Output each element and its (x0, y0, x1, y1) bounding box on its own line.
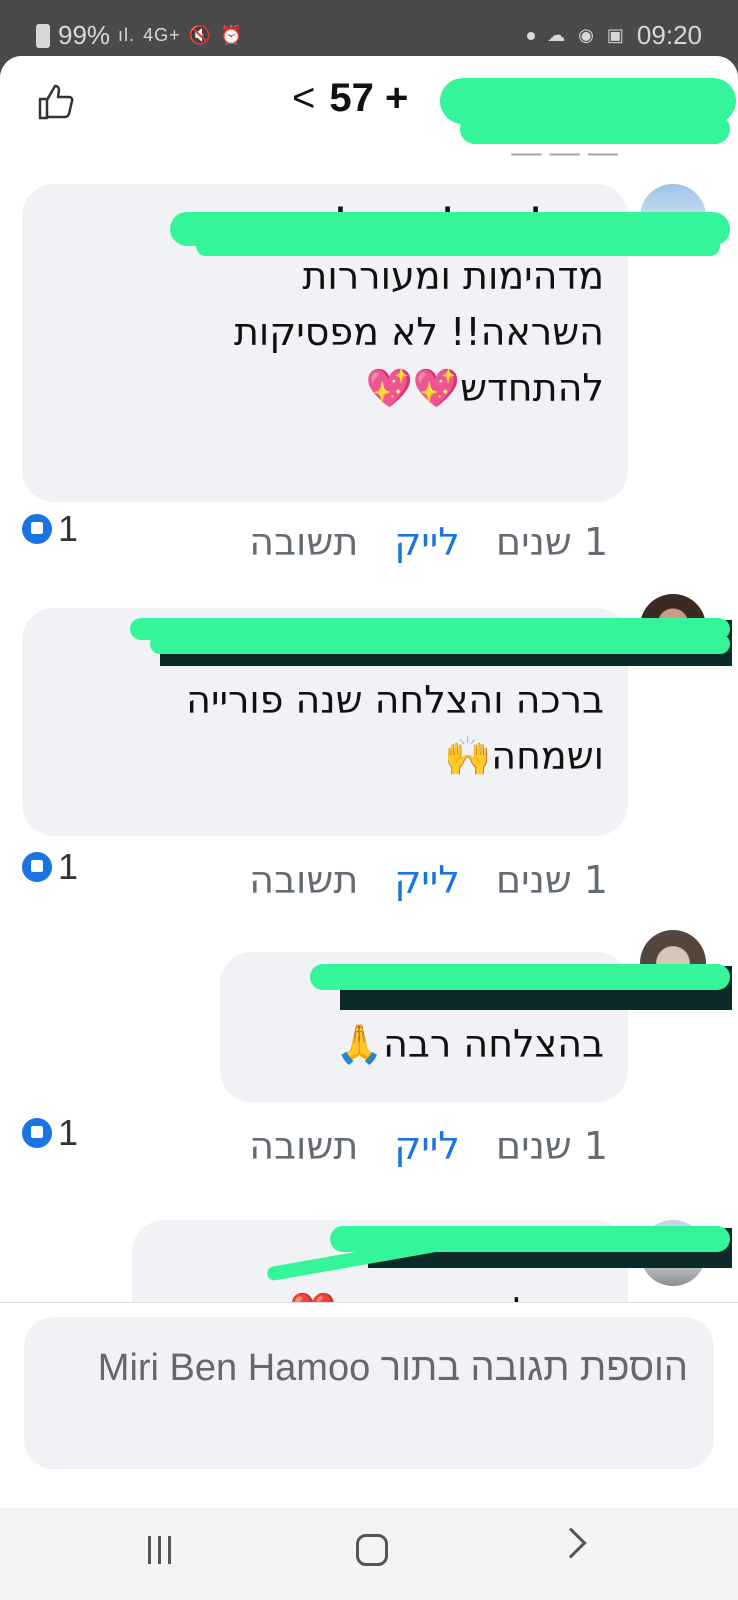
comment-input[interactable]: הוספת תגובה בתור Miri Ben Hamoo (24, 1317, 714, 1469)
battery-icon (36, 23, 50, 48)
clock: 09:20 (636, 20, 702, 50)
chevron-left-icon[interactable]: < (292, 76, 315, 121)
comment-text-line: ושמחה🙌 (443, 734, 604, 778)
redaction-mark (310, 964, 730, 990)
network-type: 4G+ (143, 25, 181, 45)
comment-meta-row: 1 שנים לייק תשובה (249, 858, 608, 902)
alarm-icon: ⏰ (220, 25, 244, 45)
like-reaction-icon (22, 514, 52, 544)
reaction-count-badge[interactable]: 1 (22, 508, 78, 550)
comment-meta-row: 1 שנים לייק תשובה (249, 1124, 608, 1168)
comment-meta-row: 1 שנים לייק תשובה (249, 520, 608, 564)
like-reaction-icon (22, 852, 52, 882)
like-button[interactable]: לייק (394, 858, 460, 902)
home-icon[interactable] (356, 1534, 388, 1566)
comment-composer-bar: הוספת תגובה בתור Miri Ben Hamoo (0, 1302, 738, 1508)
comment-text-line: להתחדש💖💖 (365, 366, 604, 410)
like-button[interactable]: לייק (394, 1124, 460, 1168)
redaction-mark (460, 114, 730, 144)
comment-text-line: בהצלחה רבה🙏 (335, 1022, 604, 1066)
like-reaction-icon (22, 1118, 52, 1148)
reaction-count: 57 + (329, 76, 409, 120)
status-right: ☁ ◉ ▣ 09:20 (527, 20, 702, 51)
mute-icon: 🔇 (188, 25, 213, 45)
reply-button[interactable]: תשובה (249, 1124, 358, 1168)
reaction-count-badge[interactable]: 1 (22, 1112, 78, 1154)
comment-text-line: ברכה והצלחה שנה פורייה (186, 678, 604, 722)
signal-icon: ıl. (118, 25, 136, 45)
battery-level: 99% (58, 20, 111, 50)
system-navigation-bar (0, 1508, 738, 1600)
notification-dot-icon (527, 31, 536, 40)
back-icon[interactable] (555, 1527, 587, 1559)
comment-text-line: מדהימות ומעוררות (302, 254, 604, 298)
comment-time: 1 שנים (495, 520, 608, 564)
comments-header: < 57 + (0, 56, 738, 146)
redaction-mark (150, 634, 730, 654)
reaction-count-badge[interactable]: 1 (22, 846, 78, 888)
gallery-icon: ▣ (606, 25, 625, 45)
reply-button[interactable]: תשובה (249, 858, 358, 902)
reactions-header-title[interactable]: < 57 + (292, 76, 408, 121)
status-left: 99% ıl. 4G+ 🔇 ⏰ (36, 20, 243, 51)
reaction-count: 1 (58, 1112, 79, 1153)
redaction-mark (196, 236, 720, 256)
reply-button[interactable]: תשובה (249, 520, 358, 564)
comments-sheet: < 57 + — — — מיכל מנדל-גרינגליק מדהימות … (0, 56, 738, 1508)
recent-apps-icon[interactable] (148, 1536, 171, 1564)
status-bar: 99% ıl. 4G+ 🔇 ⏰ ☁ ◉ ▣ 09:20 (0, 0, 738, 58)
reaction-count: 1 (58, 846, 79, 887)
like-button[interactable]: לייק (394, 520, 460, 564)
comment-time: 1 שנים (495, 1124, 608, 1168)
comment-time: 1 שנים (495, 858, 608, 902)
comment-text-line: השראה!! לא מפסיקות (233, 310, 604, 354)
whatsapp-icon: ◉ (578, 25, 595, 45)
cloud-icon: ☁ (547, 25, 567, 45)
thumb-up-outline-icon[interactable] (36, 82, 76, 122)
reaction-count: 1 (58, 508, 79, 549)
